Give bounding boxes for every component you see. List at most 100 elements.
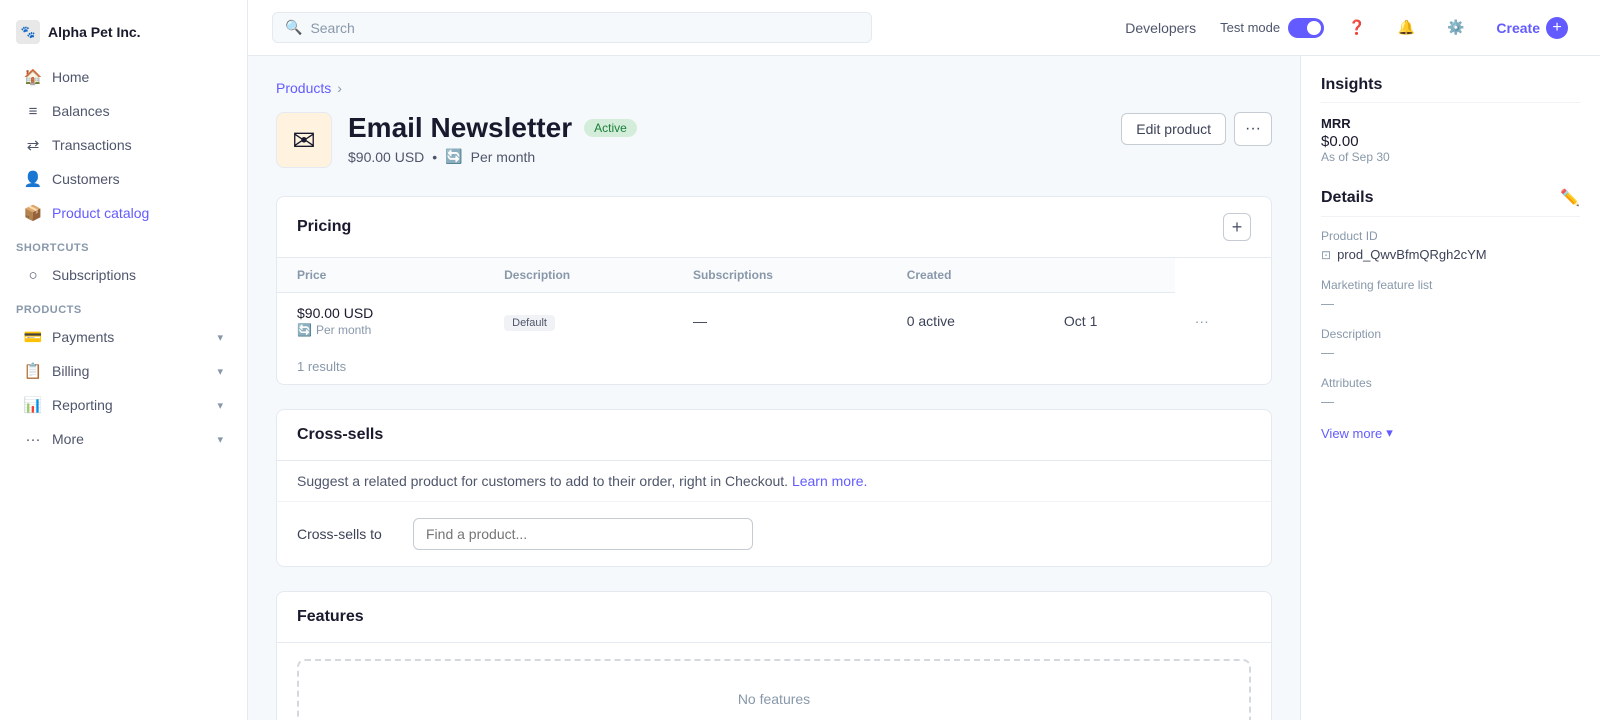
topbar: 🔍 Search Developers Test mode ❓ 🔔 ⚙️ Cre… bbox=[248, 0, 1600, 56]
product-title: Email Newsletter bbox=[348, 112, 572, 144]
product-actions: Edit product ··· bbox=[1121, 112, 1272, 146]
chevron-down-icon: ▾ bbox=[1386, 425, 1393, 441]
product-id-value: ⊡ prod_QwvBfmQRgh2cYM bbox=[1321, 247, 1580, 262]
details-section: Details ✏️ Product ID ⊡ prod_QwvBfmQRgh2… bbox=[1321, 188, 1580, 441]
details-header: Details ✏️ bbox=[1321, 188, 1580, 217]
col-created: Created bbox=[887, 258, 1044, 293]
shortcuts-section-label: Shortcuts bbox=[0, 230, 247, 258]
help-button[interactable]: ❓ bbox=[1340, 15, 1373, 40]
gear-icon: ⚙️ bbox=[1447, 19, 1464, 36]
cross-sells-description: Suggest a related product for customers … bbox=[277, 461, 1271, 502]
edit-product-button[interactable]: Edit product bbox=[1121, 113, 1226, 145]
mrr-date: As of Sep 30 bbox=[1321, 150, 1580, 164]
breadcrumb-parent[interactable]: Products bbox=[276, 80, 331, 96]
main-area: 🔍 Search Developers Test mode ❓ 🔔 ⚙️ Cre… bbox=[248, 0, 1600, 720]
breadcrumb: Products › bbox=[276, 80, 1272, 96]
company-logo[interactable]: 🐾 Alpha Pet Inc. bbox=[0, 12, 247, 60]
product-info: Email Newsletter Active $90.00 USD • 🔄 P… bbox=[348, 112, 1105, 165]
billing-icon: 📋 bbox=[24, 362, 42, 380]
features-header: Features bbox=[277, 592, 1271, 643]
content-area: Products › ✉ Email Newsletter Active $90… bbox=[248, 56, 1600, 720]
product-meta: $90.00 USD • 🔄 Per month bbox=[348, 148, 1105, 165]
search-box[interactable]: 🔍 Search bbox=[272, 12, 872, 43]
sidebar-item-label: Payments bbox=[52, 329, 114, 345]
description-cell: Default bbox=[484, 293, 673, 350]
learn-more-link[interactable]: Learn more. bbox=[792, 473, 867, 489]
products-section-label: Products bbox=[0, 292, 247, 320]
description-value: — bbox=[1321, 345, 1580, 360]
breadcrumb-separator: › bbox=[337, 80, 342, 96]
sidebar-nav-customers[interactable]: 👤 Customers bbox=[8, 162, 239, 196]
chevron-down-icon: ▾ bbox=[217, 331, 223, 344]
product-id-text: prod_QwvBfmQRgh2cYM bbox=[1337, 247, 1487, 262]
cross-sells-input[interactable] bbox=[413, 518, 753, 550]
sidebar-nav-product-catalog[interactable]: 📦 Product catalog bbox=[8, 196, 239, 230]
recurring-icon: 🔄 bbox=[445, 148, 462, 165]
pricing-table: Price Description Subscriptions Created … bbox=[277, 258, 1271, 349]
help-icon: ❓ bbox=[1348, 19, 1365, 36]
price-sub: 🔄 Per month bbox=[297, 323, 464, 337]
cross-sells-row: Cross-sells to bbox=[277, 502, 1271, 566]
product-title-row: Email Newsletter Active bbox=[348, 112, 1105, 144]
sidebar-item-label: Customers bbox=[52, 171, 120, 187]
view-more-button[interactable]: View more ▾ bbox=[1321, 425, 1393, 441]
plus-circle-icon: + bbox=[1546, 17, 1568, 39]
pricing-section: Pricing + Price Description Subscription… bbox=[276, 196, 1272, 385]
sidebar-item-label: Reporting bbox=[52, 397, 113, 413]
sidebar-nav-reporting[interactable]: 📊 Reporting ▾ bbox=[8, 388, 239, 422]
marketing-feature-value: — bbox=[1321, 296, 1580, 311]
pricing-header: Pricing + bbox=[277, 197, 1271, 258]
details-title: Details bbox=[1321, 189, 1373, 207]
create-button[interactable]: Create + bbox=[1488, 13, 1576, 43]
sidebar-nav-more[interactable]: ··· More ▾ bbox=[8, 422, 239, 456]
row-more-button[interactable]: ··· bbox=[1175, 293, 1271, 350]
sidebar-nav-billing[interactable]: 📋 Billing ▾ bbox=[8, 354, 239, 388]
chevron-down-icon: ▾ bbox=[217, 365, 223, 378]
subscriptions-icon: ○ bbox=[24, 266, 42, 284]
company-icon: 🐾 bbox=[16, 20, 40, 44]
developers-button[interactable]: Developers bbox=[1117, 16, 1204, 40]
sidebar-item-label: Transactions bbox=[52, 137, 132, 153]
mrr-value: $0.00 bbox=[1321, 133, 1580, 150]
right-panel: Insights MRR $0.00 As of Sep 30 Details … bbox=[1300, 56, 1600, 720]
company-name: Alpha Pet Inc. bbox=[48, 24, 141, 40]
sidebar-nav-home[interactable]: 🏠 Home bbox=[8, 60, 239, 94]
search-placeholder: Search bbox=[310, 20, 354, 36]
test-mode-switch[interactable] bbox=[1288, 18, 1324, 38]
attributes-field: Attributes — bbox=[1321, 376, 1580, 409]
col-price: Price bbox=[277, 258, 484, 293]
cross-sells-header: Cross-sells bbox=[277, 410, 1271, 461]
more-options-button[interactable]: ··· bbox=[1234, 112, 1272, 146]
edit-details-button[interactable]: ✏️ bbox=[1560, 188, 1580, 208]
sidebar-item-label: Product catalog bbox=[52, 205, 149, 221]
page-main: Products › ✉ Email Newsletter Active $90… bbox=[248, 56, 1300, 720]
pricing-title: Pricing bbox=[297, 218, 351, 236]
description-field: Description — bbox=[1321, 327, 1580, 360]
search-icon: 🔍 bbox=[285, 19, 302, 36]
sidebar-nav-balances[interactable]: ≡ Balances bbox=[8, 94, 239, 128]
created-cell: Oct 1 bbox=[1044, 293, 1175, 350]
recurring-small-icon: 🔄 bbox=[297, 323, 312, 337]
add-price-button[interactable]: + bbox=[1223, 213, 1251, 241]
features-empty-box: No features bbox=[297, 659, 1251, 720]
cross-sells-label: Cross-sells to bbox=[297, 526, 397, 542]
insights-section: Insights MRR $0.00 As of Sep 30 bbox=[1321, 76, 1580, 164]
mrr-label: MRR bbox=[1321, 115, 1580, 131]
chevron-down-icon: ▾ bbox=[217, 433, 223, 446]
home-icon: 🏠 bbox=[24, 68, 42, 86]
product-id-field: Product ID ⊡ prod_QwvBfmQRgh2cYM bbox=[1321, 229, 1580, 262]
payments-icon: 💳 bbox=[24, 328, 42, 346]
results-count: 1 results bbox=[277, 349, 1271, 384]
chevron-down-icon: ▾ bbox=[217, 399, 223, 412]
settings-button[interactable]: ⚙️ bbox=[1439, 15, 1472, 40]
notifications-button[interactable]: 🔔 bbox=[1390, 15, 1423, 40]
sidebar-nav-subscriptions[interactable]: ○ Subscriptions bbox=[8, 258, 239, 292]
status-badge: Active bbox=[584, 119, 637, 137]
cross-sells-section: Cross-sells Suggest a related product fo… bbox=[276, 409, 1272, 567]
subscriptions-cell: 0 active bbox=[887, 293, 1044, 350]
sidebar: 🐾 Alpha Pet Inc. 🏠 Home ≡ Balances ⇄ Tra… bbox=[0, 0, 248, 720]
sidebar-nav-payments[interactable]: 💳 Payments ▾ bbox=[8, 320, 239, 354]
features-title: Features bbox=[297, 608, 364, 626]
sidebar-item-label: Billing bbox=[52, 363, 89, 379]
sidebar-nav-transactions[interactable]: ⇄ Transactions bbox=[8, 128, 239, 162]
